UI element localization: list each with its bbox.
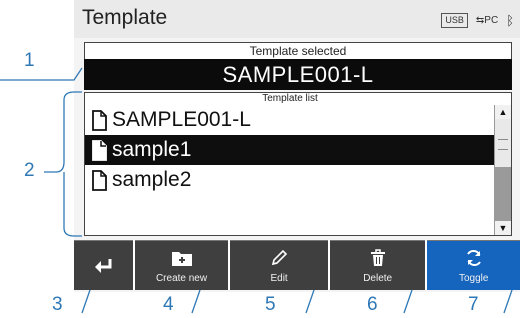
refresh-toggle-icon: [464, 246, 484, 270]
callout-number-1: 1: [24, 50, 35, 71]
callout-number-7: 7: [468, 294, 479, 315]
callout-number-5: 5: [265, 294, 276, 315]
scroll-down-arrow-icon[interactable]: ▼: [495, 221, 511, 235]
toggle-label: Toggle: [458, 273, 489, 284]
callout-line-1: [0, 67, 83, 81]
back-button[interactable]: [74, 240, 133, 290]
title-bar: Template USB ⇆PC ᛒ: [74, 0, 520, 38]
edit-button[interactable]: Edit: [230, 240, 328, 290]
callout-line-3: [81, 289, 91, 314]
trash-icon: [369, 246, 387, 270]
template-name: SAMPLE001-L: [112, 108, 251, 131]
callout-number-4: 4: [163, 294, 174, 315]
template-name: sample2: [112, 168, 192, 191]
callout-line-5: [305, 289, 315, 314]
template-list-item[interactable]: sample2: [85, 165, 495, 195]
bottom-toolbar: Create new Edit Delete Toggle: [74, 240, 520, 290]
selected-template-panel: Template selected SAMPLE001-L: [84, 42, 512, 90]
scroll-tick: [498, 149, 508, 150]
scroll-up-arrow-icon[interactable]: ▲: [495, 105, 511, 119]
create-new-button[interactable]: Create new: [134, 240, 229, 290]
scroll-tick: [498, 139, 508, 140]
usb-status-icon: USB: [441, 12, 468, 28]
edit-label: Edit: [270, 273, 288, 284]
screen-title: Template: [82, 6, 168, 29]
list-scrollbar[interactable]: ▲ ▼: [494, 105, 511, 235]
callout-line-6: [403, 289, 413, 314]
template-list-panel: Template list SAMPLE001-L sample1 sample2 …: [84, 92, 512, 236]
selected-template-label: Template selected: [84, 42, 512, 59]
delete-button[interactable]: Delete: [329, 240, 426, 290]
toggle-button[interactable]: Toggle: [427, 240, 520, 290]
selected-template-value: SAMPLE001-L: [84, 59, 512, 90]
template-name: sample1: [112, 138, 192, 161]
document-icon: [91, 169, 108, 191]
pc-connection-icon: ⇆PC: [475, 14, 499, 26]
callout-number-6: 6: [367, 294, 378, 315]
return-arrow-icon: [92, 254, 114, 278]
callout-number-2: 2: [24, 160, 35, 181]
new-folder-icon: [171, 246, 193, 270]
template-list: SAMPLE001-L sample1 sample2: [85, 105, 495, 195]
delete-label: Delete: [363, 273, 393, 284]
callout-line-4: [191, 289, 201, 314]
document-icon: [91, 139, 108, 161]
status-area: USB ⇆PC ᛒ: [441, 11, 514, 29]
pc-status-label: PC: [484, 14, 499, 26]
template-list-item[interactable]: sample1: [85, 135, 495, 165]
scroll-track[interactable]: [495, 119, 511, 221]
template-list-item[interactable]: SAMPLE001-L: [85, 105, 495, 135]
scroll-thumb[interactable]: [495, 167, 511, 221]
create-new-label: Create new: [155, 273, 208, 284]
pencil-icon: [269, 246, 289, 270]
template-list-label: Template list: [262, 93, 318, 104]
document-icon: [91, 109, 108, 131]
callout-number-3: 3: [52, 294, 63, 315]
bluetooth-icon: ᛒ: [506, 12, 514, 28]
callout-line-7: [503, 289, 513, 314]
